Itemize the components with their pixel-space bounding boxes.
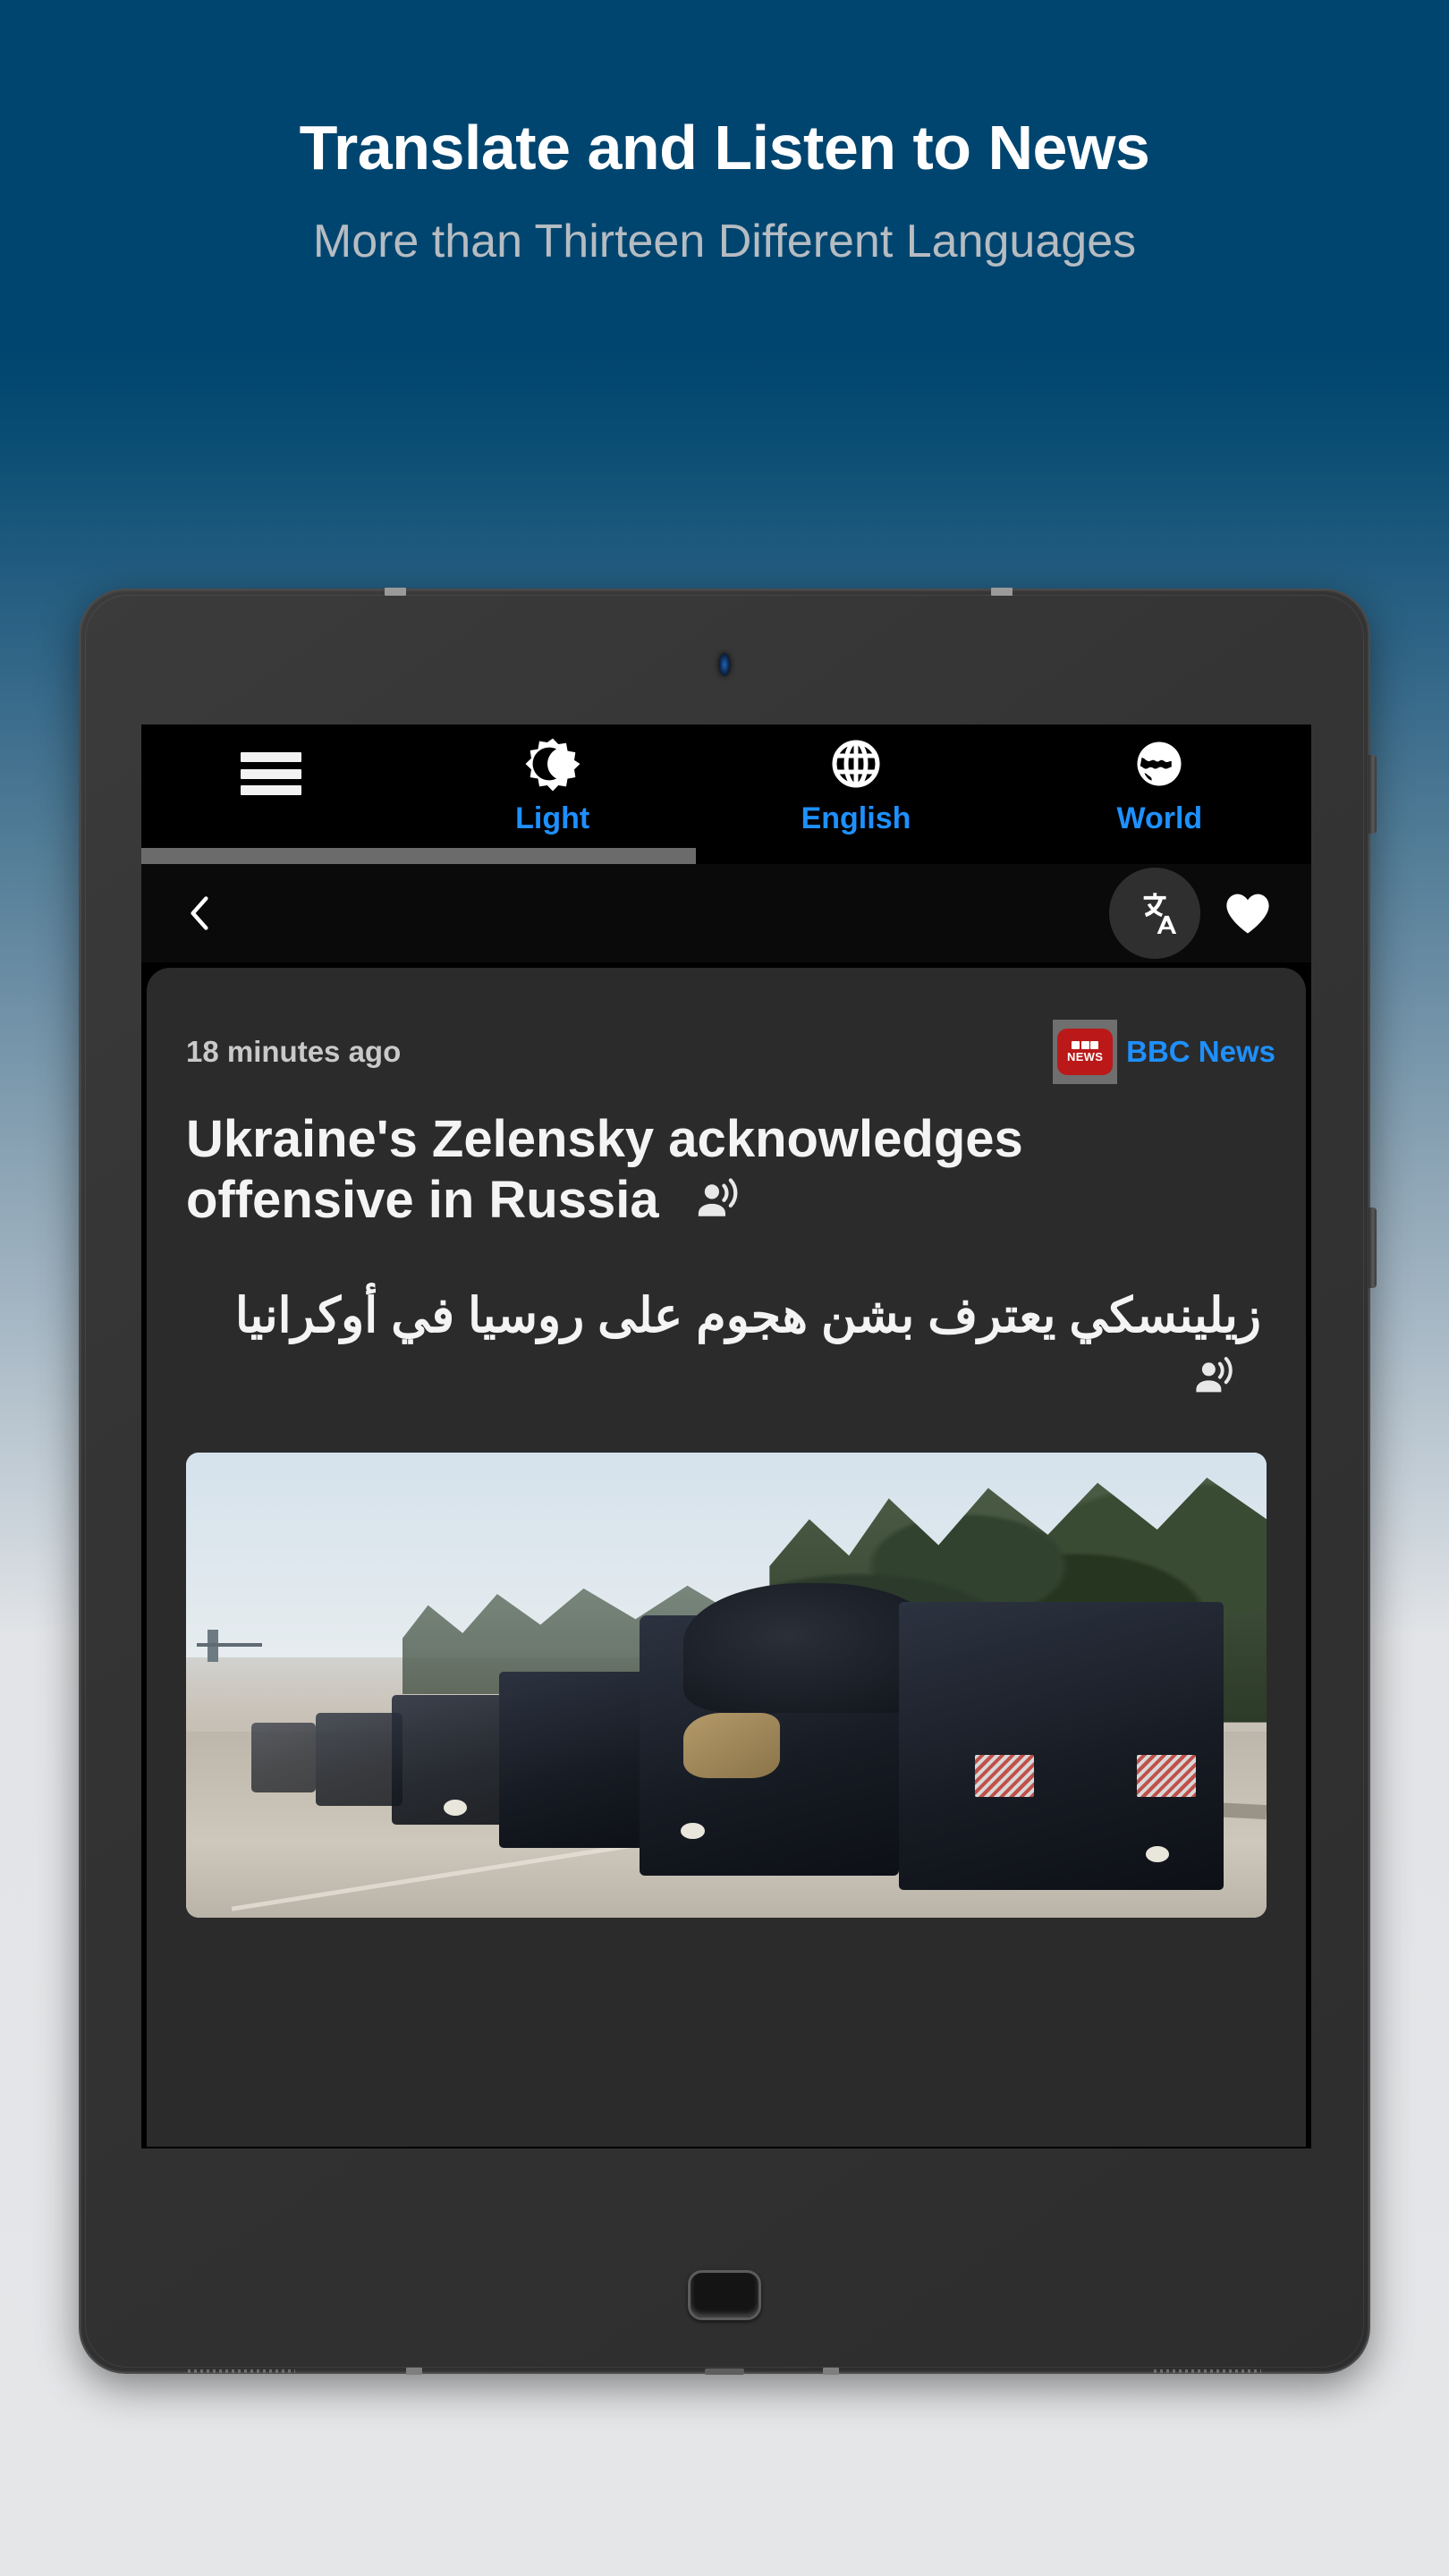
device-bottom-notch-right [823,2368,839,2375]
bbc-logo-word: NEWS [1067,1050,1104,1063]
promo-title: Translate and Listen to News [299,113,1150,182]
tablet-device-frame: Light English World 18 minutes ago NEWS … [79,588,1377,2375]
promo-banner: Translate and Listen to News More than T… [0,0,1449,265]
photo-truck [315,1713,402,1807]
photo-hazard-marking [1137,1755,1197,1797]
photo-headlamp [443,1799,468,1816]
favorite-button[interactable] [1215,880,1281,946]
tab-category-label: World [1116,801,1203,835]
photo-utility-pole-arm [197,1643,262,1648]
article-translation-container: زيلينسكي يعترف بشن هجوم على روسيا في أوك… [147,1236,1306,1413]
device-screen: Light English World 18 minutes ago NEWS … [141,724,1311,2148]
back-button[interactable] [168,882,231,945]
article-image-container [147,1413,1306,1919]
tab-language-english[interactable]: English [704,724,1007,834]
promo-subtitle: More than Thirteen Different Languages [312,216,1137,267]
article-content-card: 18 minutes ago NEWS BBC News Ukraine's Z… [147,968,1306,2147]
article-toolbar [141,864,1311,962]
device-top-notch-right [991,588,1013,596]
hamburger-menu-icon [241,752,301,795]
brightness-moon-icon [525,735,580,792]
tab-indicator-bar [141,848,696,864]
tab-theme-label: Light [515,801,590,835]
article-source-name: BBC News [1126,1035,1275,1068]
tab-language-label: English [801,801,911,835]
article-translation: زيلينسكي يعترف بشن هجوم على روسيا في أوك… [234,1288,1261,1343]
photo-truck [250,1722,316,1792]
appbar-tabs: Light English World [401,724,1311,834]
usb-port [705,2368,744,2375]
app-bar: Light English World [141,724,1311,864]
photo-truck [899,1601,1224,1890]
headline-record-voice-over-icon[interactable] [693,1174,741,1236]
globe-language-icon [829,735,883,792]
article-headline-container: Ukraine's Zelensky acknowledges offensiv… [147,1084,1306,1236]
heart-filled-icon [1226,894,1269,934]
bbc-news-logo-icon: NEWS [1053,1020,1118,1084]
public-world-icon [1132,735,1186,792]
photo-truck [499,1671,662,1849]
speaker-grill-right [1154,2369,1261,2373]
front-camera-icon [718,653,731,676]
article-timestamp: 18 minutes ago [186,1035,402,1068]
translate-icon [1143,893,1177,934]
tab-theme-light[interactable]: Light [401,724,704,834]
photo-headlamp [1145,1845,1170,1862]
article-headline: Ukraine's Zelensky acknowledges offensiv… [186,1110,1023,1229]
tab-category-world[interactable]: World [1008,724,1311,834]
back-chevron-icon [191,896,208,930]
translation-record-voice-over-icon[interactable] [1191,1351,1236,1413]
menu-button[interactable] [141,724,401,823]
power-button[interactable] [1368,755,1377,834]
photo-truck-tarp [682,1713,781,1779]
photo-headlamp [681,1822,705,1839]
home-button[interactable] [688,2270,761,2320]
military-convoy-photo[interactable] [186,1453,1267,1919]
photo-hazard-marking [974,1755,1035,1797]
article-source[interactable]: NEWS BBC News [1053,1020,1275,1084]
article-meta-row: 18 minutes ago NEWS BBC News [147,968,1306,1084]
volume-button[interactable] [1368,1208,1377,1288]
device-top-notch-left [385,588,406,596]
translate-button[interactable] [1109,868,1200,959]
device-bottom-notch-left [406,2368,422,2375]
speaker-grill-left [188,2369,295,2373]
